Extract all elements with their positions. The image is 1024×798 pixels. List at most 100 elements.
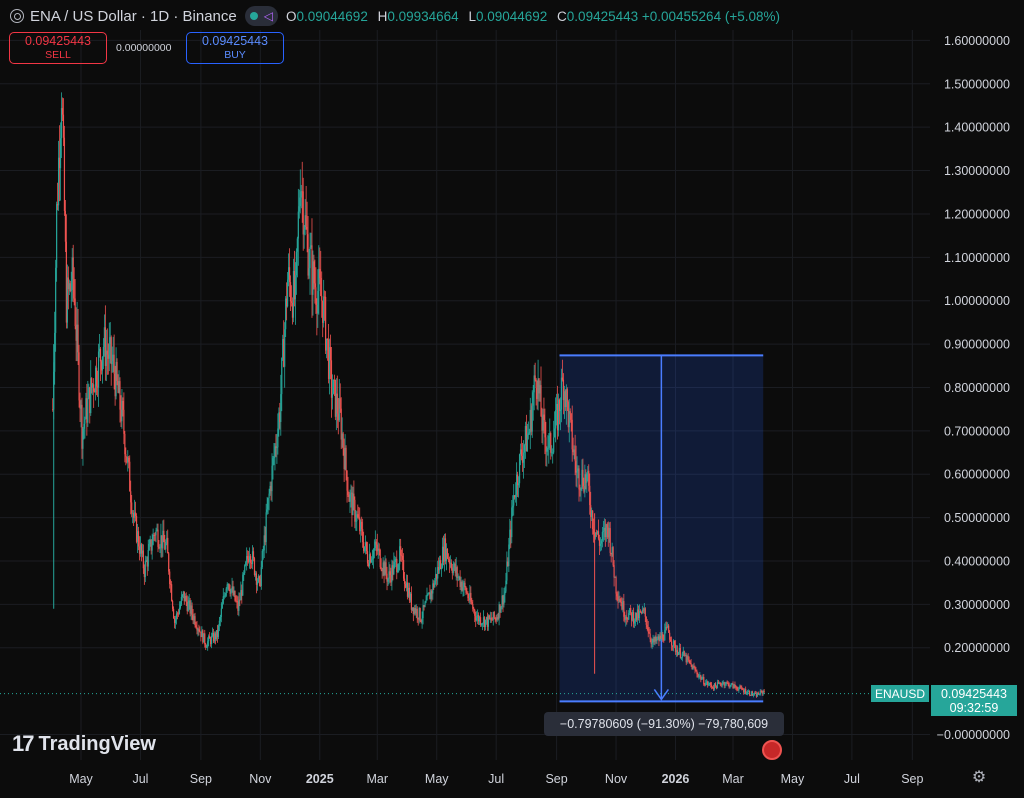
candle-body xyxy=(656,638,658,641)
candle-body xyxy=(366,551,369,564)
candle-body xyxy=(543,414,545,420)
candle-body xyxy=(500,606,502,613)
candle-body xyxy=(125,454,127,457)
candle-body xyxy=(372,550,374,559)
candle-body xyxy=(220,608,222,617)
sell-button[interactable]: 0.09425443 SELL xyxy=(9,32,107,64)
candle-body xyxy=(336,393,338,414)
gear-icon[interactable]: ⚙ xyxy=(970,769,988,787)
link-icon[interactable]: ◁ xyxy=(264,9,273,23)
candle-body xyxy=(228,584,230,590)
candle-body xyxy=(332,379,335,394)
sell-label: SELL xyxy=(45,49,71,61)
candle-body xyxy=(394,559,396,562)
candle-body xyxy=(219,616,221,621)
us-flag-icon[interactable] xyxy=(762,740,782,760)
buy-button[interactable]: 0.09425443 BUY xyxy=(186,32,284,64)
y-tick-label: 0.80000000 xyxy=(944,381,1010,395)
x-tick-label: Sep xyxy=(190,772,212,786)
candle-body xyxy=(342,433,344,449)
coin-icon xyxy=(10,9,24,23)
candle-body xyxy=(719,682,721,685)
candle-body xyxy=(129,461,131,492)
candle-body xyxy=(606,524,608,528)
candle-body xyxy=(662,634,664,641)
candle-body xyxy=(705,682,707,686)
candle-body xyxy=(300,191,302,198)
candle-body xyxy=(511,507,513,538)
candle-body xyxy=(693,666,695,668)
candle-body xyxy=(689,660,691,664)
candle-body xyxy=(547,447,549,449)
open-key: O xyxy=(285,8,297,24)
candle-body xyxy=(370,559,373,563)
candle-body xyxy=(387,578,389,582)
candle-body xyxy=(523,445,526,453)
open-value: 0.09044692 xyxy=(296,8,368,24)
candle-body xyxy=(305,215,307,228)
candle-body xyxy=(559,409,562,411)
candle-body xyxy=(664,629,666,641)
candle-body xyxy=(555,410,557,429)
y-tick-label: 1.40000000 xyxy=(944,121,1010,135)
candle-body xyxy=(296,238,298,252)
candle-body xyxy=(191,605,193,615)
dot-icon xyxy=(249,12,258,20)
candle-body xyxy=(206,647,208,648)
candle-body xyxy=(748,691,751,695)
y-tick-label: 1.50000000 xyxy=(944,77,1010,91)
candle-body xyxy=(601,531,604,541)
candle-body xyxy=(101,356,104,371)
candle-body xyxy=(124,433,126,455)
candle-body xyxy=(671,641,673,646)
candle-body xyxy=(268,493,270,499)
candle-body xyxy=(194,616,196,626)
candle-body xyxy=(55,267,57,333)
candle-body xyxy=(373,547,375,551)
candle-body xyxy=(325,338,328,351)
candle-body xyxy=(633,621,636,624)
x-tick-label: Nov xyxy=(605,772,628,786)
candle-body xyxy=(398,564,400,570)
candle-body xyxy=(546,448,548,452)
candle-body xyxy=(517,483,520,486)
candle-body xyxy=(289,282,292,302)
candle-body xyxy=(586,473,588,483)
candle-body xyxy=(321,295,323,301)
candle-body xyxy=(422,605,424,619)
candle-body xyxy=(576,470,578,473)
candle-body xyxy=(528,432,530,434)
candle-body xyxy=(402,559,405,579)
candle-body xyxy=(130,491,132,503)
price-chart[interactable]: 1.60000000 1.50000000 1.40000000 1.30000000… xyxy=(0,0,1024,798)
candle-body xyxy=(597,531,600,539)
y-tick-label: 1.30000000 xyxy=(944,164,1010,178)
candle-body xyxy=(472,604,474,609)
candle-body xyxy=(247,556,249,559)
candle-body xyxy=(210,636,213,644)
candle-body xyxy=(347,490,349,495)
candle-body xyxy=(151,544,153,551)
last-price: 0.09425443 xyxy=(940,686,1008,701)
candle-body xyxy=(256,581,259,585)
x-tick-label: May xyxy=(781,772,805,786)
candle-body xyxy=(694,667,696,671)
candle-body xyxy=(277,428,279,448)
symbol-title[interactable]: ENA / US Dollar · 1D · Binance xyxy=(30,8,237,25)
candle-body xyxy=(123,409,125,434)
candle-body xyxy=(172,600,174,609)
candle-body xyxy=(763,691,765,692)
candle-body xyxy=(260,567,262,587)
candle-body xyxy=(298,206,300,212)
indicator-pill[interactable]: ◁ xyxy=(244,6,278,26)
candle-body xyxy=(226,584,228,589)
candle-body xyxy=(560,377,563,410)
candle-body xyxy=(745,689,747,694)
candle-body xyxy=(645,616,647,625)
candle-body xyxy=(385,562,387,574)
candle-body xyxy=(609,528,611,553)
candle-body xyxy=(253,558,256,576)
candle-body xyxy=(505,580,507,592)
candle-body xyxy=(416,608,418,618)
candle-body xyxy=(61,108,64,115)
